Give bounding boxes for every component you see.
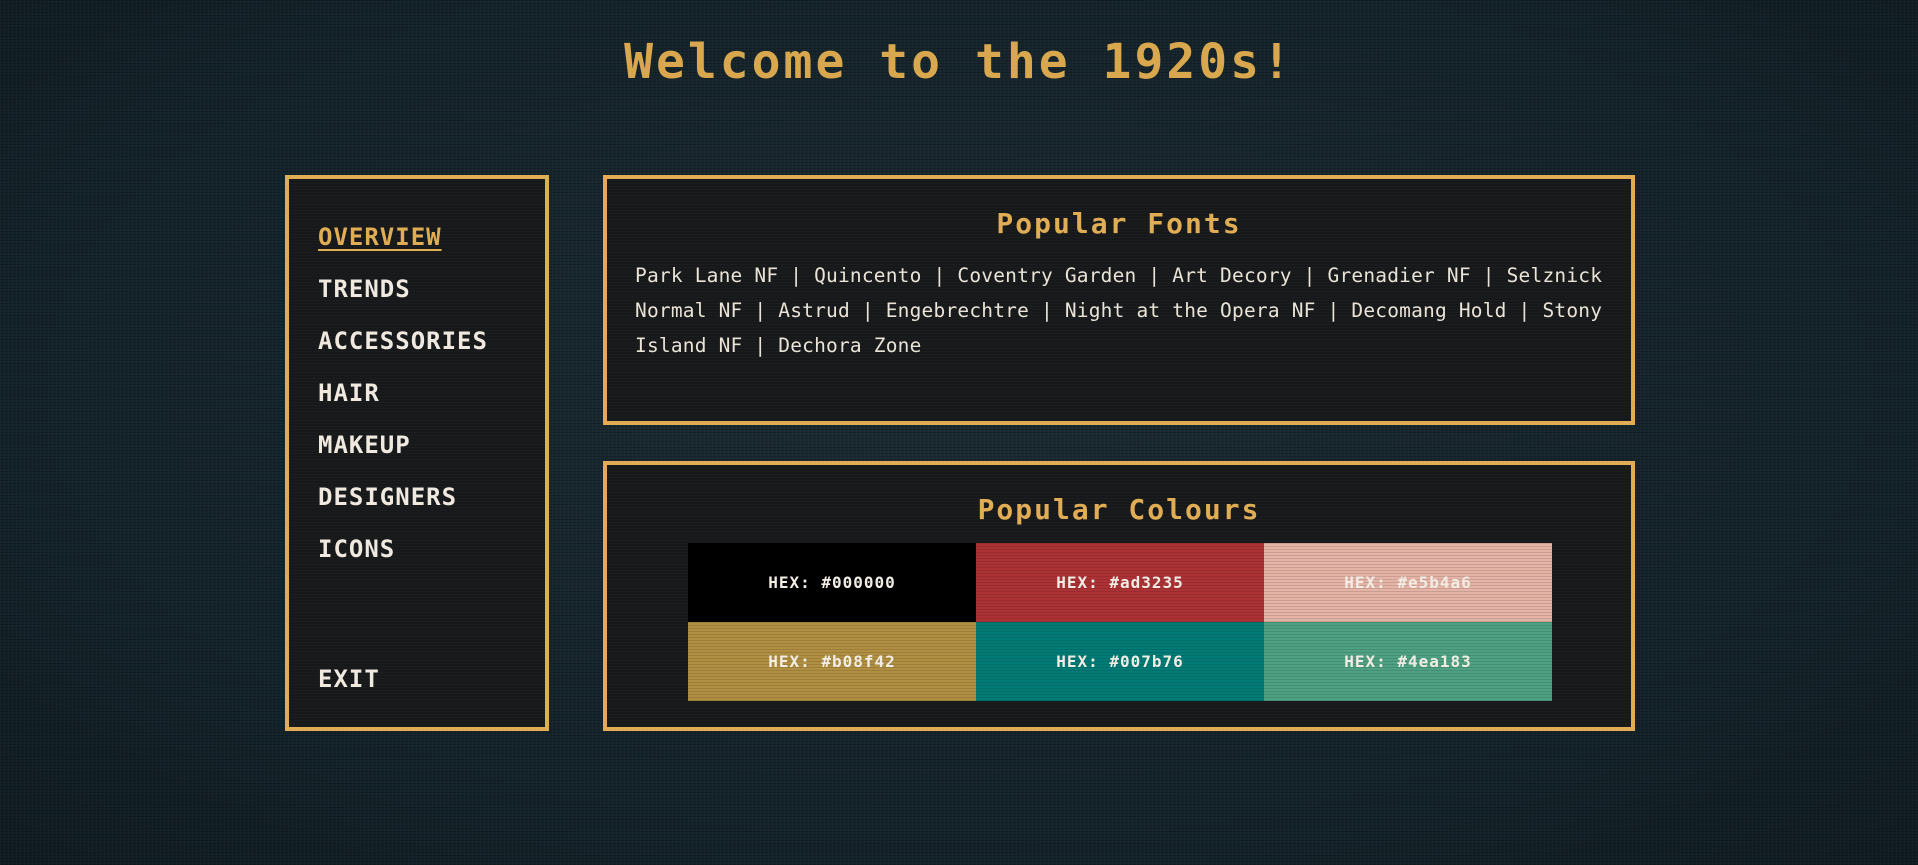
colour-swatch-black: HEX: #000000 xyxy=(688,543,976,622)
nav-item-icons[interactable]: ICONS xyxy=(318,535,488,587)
popular-colours-panel: Popular Colours HEX: #000000 HEX: #ad323… xyxy=(603,461,1635,731)
fonts-list: Park Lane NF | Quincento | Coventry Gard… xyxy=(635,264,1603,357)
nav-item-hair[interactable]: HAIR xyxy=(318,379,488,431)
nav-list: OVERVIEW TRENDS ACCESSORIES HAIR MAKEUP … xyxy=(318,223,488,587)
popular-fonts-title: Popular Fonts xyxy=(996,207,1242,240)
nav-item-designers[interactable]: DESIGNERS xyxy=(318,483,488,535)
nav-item-trends[interactable]: TRENDS xyxy=(318,275,488,327)
colour-swatch-teal: HEX: #007b76 xyxy=(976,622,1264,701)
nav-item-overview[interactable]: OVERVIEW xyxy=(318,223,488,275)
popular-colours-title: Popular Colours xyxy=(977,493,1261,526)
nav-item-makeup[interactable]: MAKEUP xyxy=(318,431,488,483)
sidebar-nav: OVERVIEW TRENDS ACCESSORIES HAIR MAKEUP … xyxy=(285,175,549,731)
exit-link[interactable]: EXIT xyxy=(318,665,380,693)
colour-swatch-red: HEX: #ad3235 xyxy=(976,543,1264,622)
colour-swatch-green: HEX: #4ea183 xyxy=(1264,622,1552,701)
colour-swatch-grid: HEX: #000000 HEX: #ad3235 HEX: #e5b4a6 H… xyxy=(688,543,1552,701)
nav-item-accessories[interactable]: ACCESSORIES xyxy=(318,327,488,379)
colour-swatch-gold: HEX: #b08f42 xyxy=(688,622,976,701)
page-title: Welcome to the 1920s! xyxy=(624,34,1294,90)
colour-swatch-pink: HEX: #e5b4a6 xyxy=(1264,543,1552,622)
popular-fonts-panel: Popular Fonts Park Lane NF | Quincento |… xyxy=(603,175,1635,425)
